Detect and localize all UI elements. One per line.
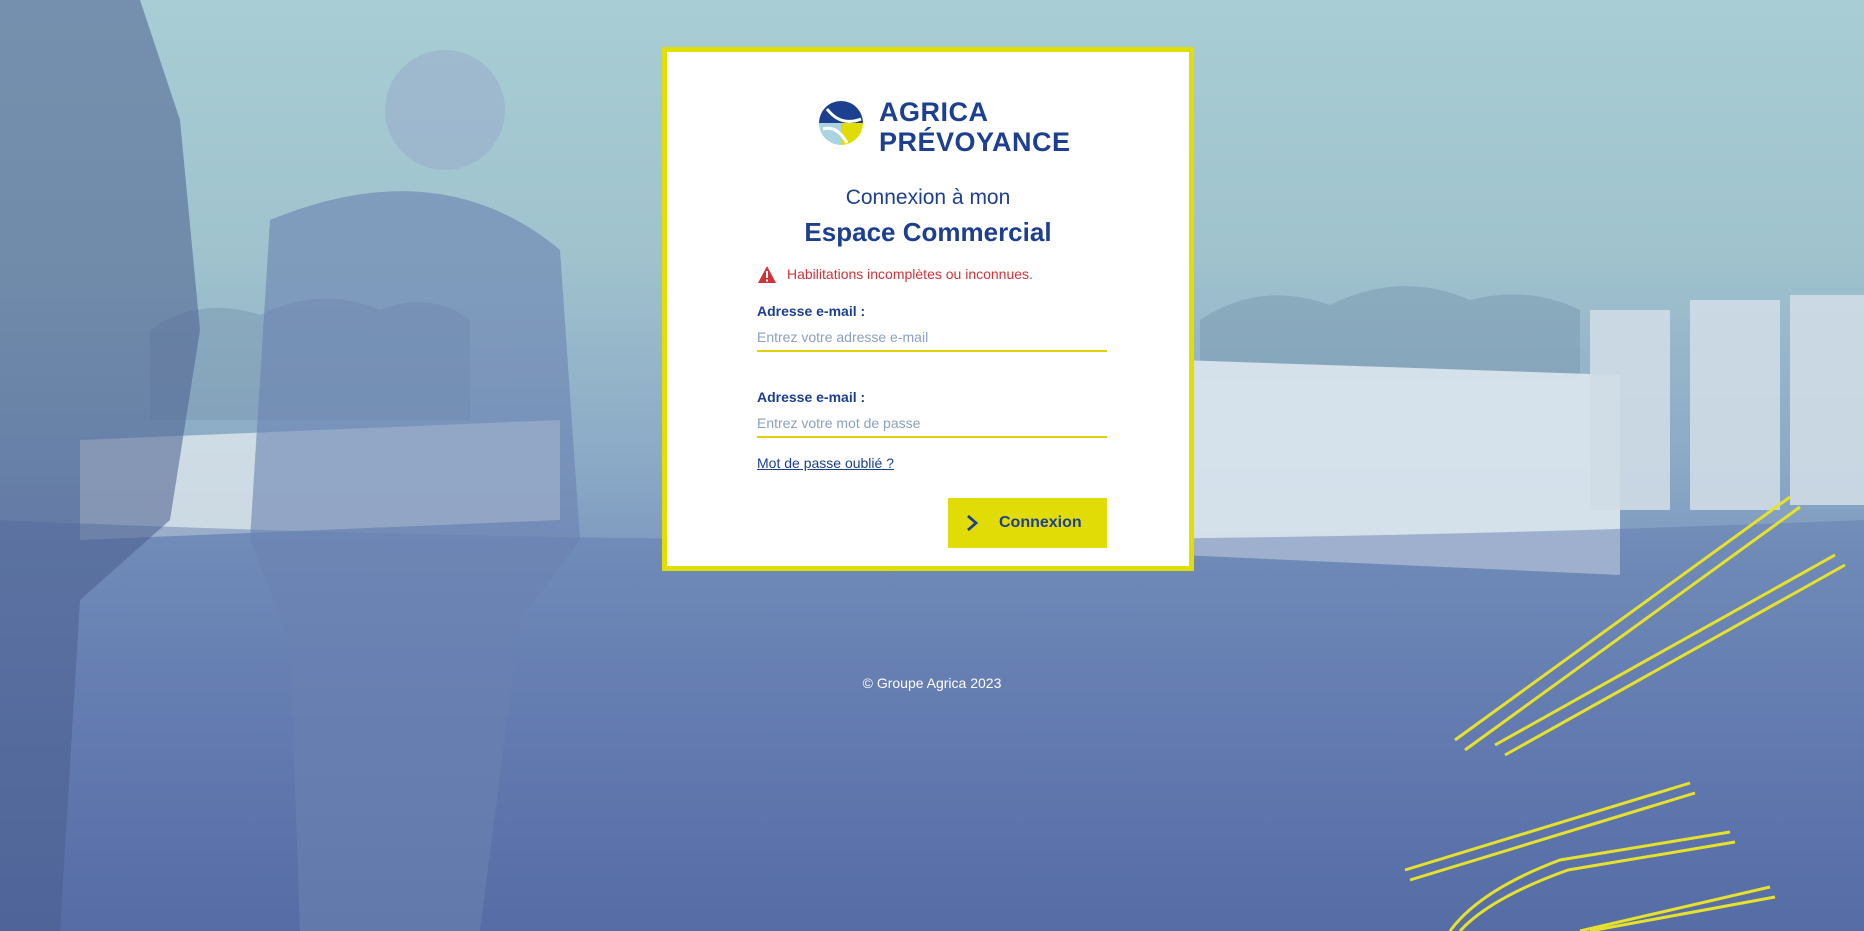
chevron-right-icon (967, 515, 979, 531)
error-message: Habilitations incomplètes ou inconnues. (757, 263, 1033, 285)
forgot-password-link[interactable]: Mot de passe oublié ? (757, 455, 894, 471)
email-input[interactable] (757, 324, 1107, 352)
login-card: AGRICA PRÉVOYANCE Connexion à mon Espace… (662, 47, 1194, 571)
login-title-line1: Connexion à mon (845, 186, 1011, 209)
logo-text-line1: AGRICA (879, 97, 989, 127)
logo-text-line2: PRÉVOYANCE (879, 127, 1071, 157)
password-input[interactable] (757, 410, 1107, 438)
login-submit-button[interactable]: Connexion (948, 498, 1107, 548)
warning-triangle-icon (758, 265, 776, 283)
agrica-prevoyance-logo: AGRICA PRÉVOYANCE (817, 97, 1070, 157)
footer-copyright: © Groupe Agrica 2023 (862, 675, 1002, 691)
login-title-line2: Espace Commercial (804, 217, 1052, 247)
login-submit-label: Connexion (999, 514, 1082, 531)
error-text: Habilitations incomplètes ou inconnues. (787, 266, 1033, 282)
password-label: Adresse e-mail : (757, 389, 866, 405)
agrica-logo-mark-icon (819, 101, 863, 145)
logo-text: AGRICA PRÉVOYANCE (879, 97, 1071, 157)
email-label: Adresse e-mail : (757, 303, 866, 319)
